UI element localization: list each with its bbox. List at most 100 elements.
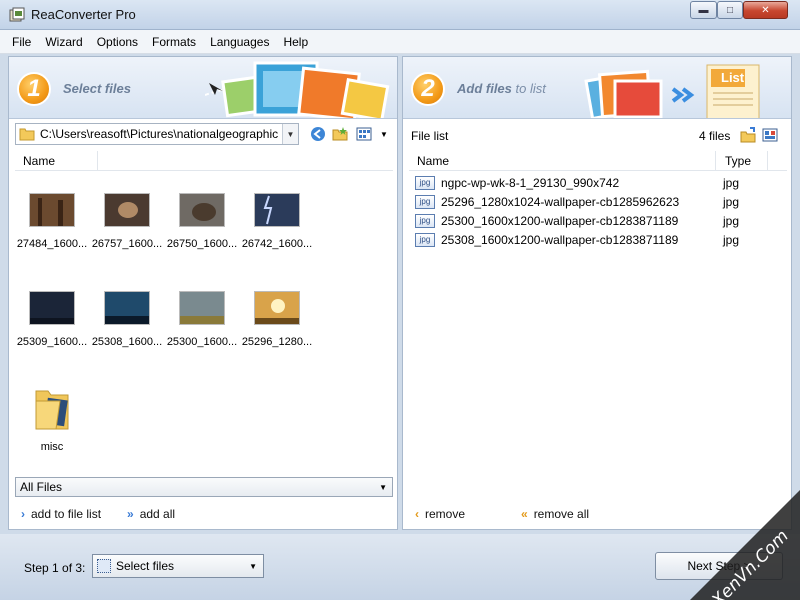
add-all-label: add all (139, 507, 176, 521)
file-name: 25296_1280x1024-wallpaper-cb1285962623 (441, 194, 680, 209)
window-title: ReaConverter Pro (31, 7, 136, 22)
app-icon (9, 7, 25, 22)
menu-wizard[interactable]: Wizard (42, 33, 85, 51)
image-thumbnail (179, 291, 226, 326)
minimize-button[interactable]: ▬ (690, 1, 717, 19)
remove-all-label: remove all (533, 507, 590, 521)
double-chevron-left-icon: « (521, 507, 528, 521)
thumbnail-item[interactable]: 25300_1600... (165, 291, 239, 348)
step-selector-value: Select files (116, 559, 175, 573)
jpg-file-icon: jpg (415, 232, 435, 247)
select-files-heading: Select files (63, 81, 131, 96)
add-all-link[interactable]: » add all (127, 507, 175, 521)
left-list-header: Name (15, 151, 393, 171)
file-list-row[interactable]: jpg 25300_1600x1200-wallpaper-cb12838711… (409, 211, 787, 230)
column-divider (767, 151, 768, 171)
file-list-row[interactable]: jpg 25308_1600x1200-wallpaper-cb12838711… (409, 230, 787, 249)
remove-all-link[interactable]: « remove all (521, 507, 589, 521)
thumbnail-label: 25308_1600... (91, 336, 163, 348)
remove-label: remove (425, 507, 466, 521)
chevron-down-icon: ▼ (249, 562, 257, 571)
add-to-file-list-link[interactable]: › add to file list (21, 507, 101, 521)
type-column-header[interactable]: Type (717, 154, 751, 168)
chevron-left-icon: ‹ (415, 507, 419, 521)
image-thumbnail (179, 193, 226, 228)
folder-icon (35, 390, 69, 430)
thumbnail-item[interactable]: 26750_1600... (165, 193, 239, 250)
file-list-row[interactable]: jpg 25296_1280x1024-wallpaper-cb12859626… (409, 192, 787, 211)
thumbnail-label: 27484_1600... (16, 238, 88, 250)
menu-formats[interactable]: Formats (149, 33, 199, 51)
file-type: jpg (723, 194, 740, 209)
image-thumbnail (104, 193, 151, 228)
folder-path-text: C:\Users\reasoft\Pictures\nationalgeogra… (40, 127, 279, 141)
step-two-badge: 2 (411, 72, 445, 106)
back-button[interactable] (309, 125, 327, 143)
file-type: jpg (723, 232, 740, 247)
select-files-header: 1 Select files (9, 57, 397, 119)
select-files-step-icon (97, 559, 111, 573)
remove-link[interactable]: ‹ remove (415, 507, 465, 521)
image-thumbnail (104, 291, 151, 326)
view-mode-button[interactable] (355, 125, 373, 143)
thumbnail-label: 25296_1280... (241, 336, 313, 348)
chevron-down-icon[interactable]: ▼ (282, 124, 298, 144)
jpg-file-icon: jpg (415, 194, 435, 209)
wizard-footer: Step 1 of 3: Select files ▼ Next Step > (0, 534, 800, 600)
name-column-header[interactable]: Name (409, 154, 449, 168)
list-illustration-icon (584, 64, 760, 118)
maximize-icon: □ (726, 4, 734, 16)
thumbnail-item[interactable]: 25309_1600... (15, 291, 89, 348)
add-folder-button[interactable] (739, 126, 757, 144)
list-settings-button[interactable] (761, 126, 779, 144)
file-type-filter[interactable]: All Files ▼ (15, 477, 393, 497)
file-list-row[interactable]: jpg ngpc-wp-wk-8-1_29130_990x742 jpg (409, 173, 787, 192)
menu-languages[interactable]: Languages (207, 33, 272, 51)
thumbnail-fill (30, 194, 76, 228)
thumbnail-fill (255, 194, 301, 228)
minimize-icon: ▬ (698, 4, 709, 16)
step-one-badge: 1 (17, 72, 51, 106)
thumbnail-label: 26757_1600... (91, 238, 163, 250)
view-mode-dropdown[interactable]: ▼ (375, 125, 393, 143)
next-step-button[interactable]: Next Step > (655, 552, 783, 580)
thumbnail-item[interactable]: 26742_1600... (240, 193, 314, 250)
add-files-heading: Add files to list (457, 81, 546, 96)
menu-file[interactable]: File (9, 33, 34, 51)
column-divider (97, 151, 98, 171)
name-column-header[interactable]: Name (15, 154, 55, 168)
file-list-panel: 2 Add files to list List File list 4 fil… (402, 56, 792, 530)
back-arrow-icon (311, 127, 325, 141)
maximize-button[interactable]: □ (717, 1, 743, 19)
add-files-header: 2 Add files to list List (403, 57, 791, 119)
thumbnail-item[interactable]: 25308_1600... (90, 291, 164, 348)
chevron-down-icon: ▼ (379, 483, 387, 492)
menu-help[interactable]: Help (280, 33, 311, 51)
photos-illustration-icon (205, 61, 390, 118)
files-count: 4 files (699, 129, 731, 143)
new-folder-button[interactable] (331, 125, 349, 143)
thumbnail-label: 26750_1600... (166, 238, 238, 250)
thumbnail-label: 26742_1600... (241, 238, 313, 250)
thumbnail-label: 25309_1600... (16, 336, 88, 348)
file-type: jpg (723, 175, 740, 190)
folder-add-icon (740, 127, 756, 143)
grid-view-icon (356, 127, 372, 141)
image-thumbnail (254, 193, 301, 228)
add-to-file-list-label: add to file list (31, 507, 102, 521)
close-button[interactable]: ✕ (743, 1, 788, 19)
step-selector[interactable]: Select files ▼ (92, 554, 264, 578)
thumbnail-item[interactable]: 25296_1280... (240, 291, 314, 348)
select-files-panel: 1 Select files C:\Users\reasoft\Pictures… (8, 56, 398, 530)
file-type: jpg (723, 213, 740, 228)
chevron-right-icon: › (21, 507, 25, 521)
file-list-header: Name Type (409, 151, 787, 171)
file-type-filter-value: All Files (20, 480, 63, 494)
thumbnail-label: 25300_1600... (166, 336, 238, 348)
menu-options[interactable]: Options (94, 33, 141, 51)
thumbnail-item[interactable]: 26757_1600... (90, 193, 164, 250)
thumbnail-item[interactable]: 27484_1600... (15, 193, 89, 250)
folder-path-combo[interactable]: C:\Users\reasoft\Pictures\nationalgeogra… (15, 123, 299, 145)
folder-item[interactable]: misc (15, 385, 89, 453)
close-icon: ✕ (761, 4, 770, 16)
